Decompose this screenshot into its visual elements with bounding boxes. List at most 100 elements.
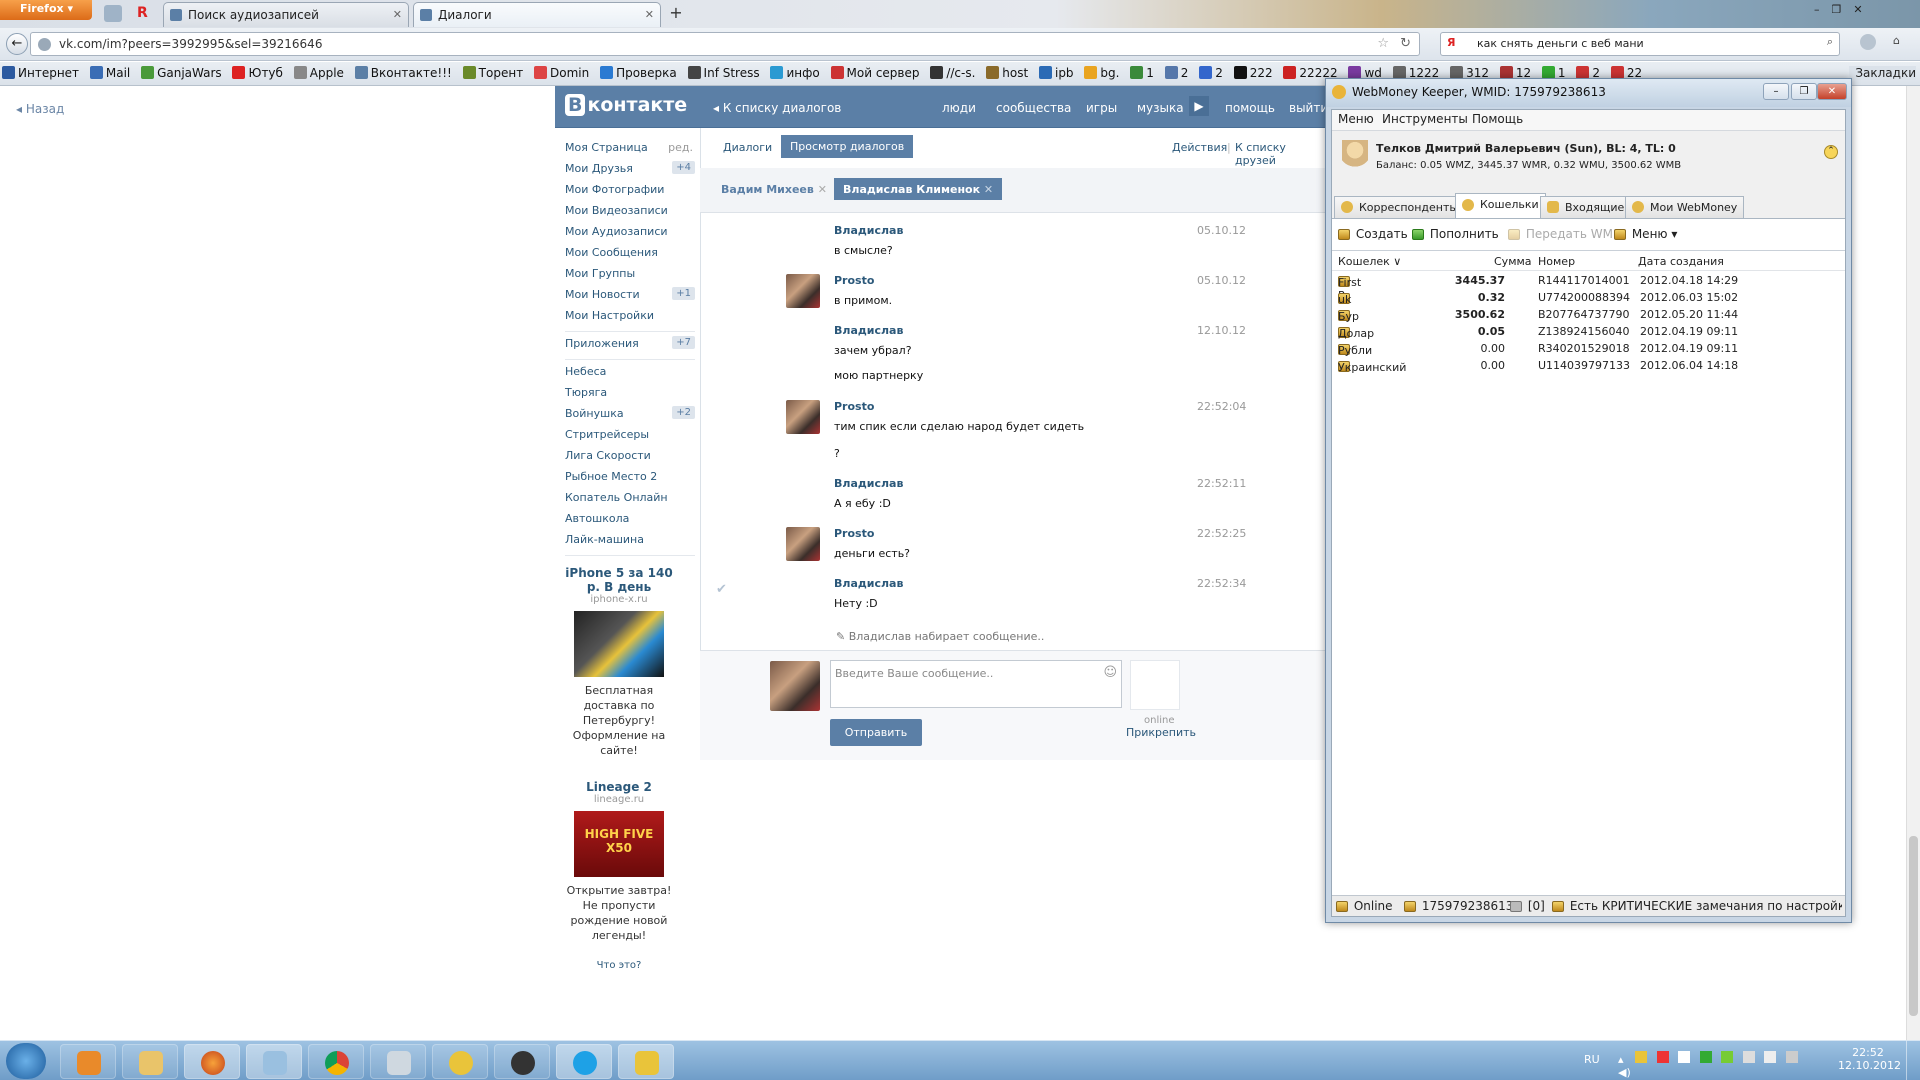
tab-audio-search[interactable]: Поиск аудиозаписей ✕ [163,2,409,27]
bookmark-star-icon[interactable]: ☆ [1377,36,1389,51]
message-author[interactable]: Владислав [834,224,903,237]
tray-vk-icon[interactable] [1678,1051,1691,1063]
message-author[interactable]: Владислав [834,477,903,490]
message-author[interactable]: Prosto [834,527,874,540]
menu-my-audio[interactable]: Мои Аудиозаписи [565,222,695,243]
bookmark-item[interactable]: Мой сервер [829,62,925,80]
edit-link[interactable]: ред. [668,141,693,154]
tab-wallets[interactable]: Кошельки [1455,193,1546,218]
ad-title[interactable]: iPhone 5 за 140 р. В день [558,566,680,594]
wallet-row[interactable]: uk 0.32 U774200088394 2012.06.03 15:02 [1332,289,1845,306]
taskbar-explorer[interactable] [122,1044,178,1079]
to-friends-link[interactable]: К списку друзей [1235,141,1325,167]
tray-flower-icon[interactable] [1721,1051,1734,1063]
col-wallet[interactable]: Кошелек ∨ [1338,255,1401,268]
bookmark-item[interactable]: Проверка [598,62,682,80]
my-avatar[interactable] [770,661,820,711]
back-link[interactable]: ◂ Назад [16,102,64,116]
bookmark-item[interactable]: 222 [1232,62,1278,80]
tab-inbox[interactable]: Входящие [1540,196,1632,218]
wm-titlebar[interactable]: WebMoney Keeper, WMID: 175979238613 – ❐ … [1326,79,1851,107]
maximize-icon[interactable]: ❐ [1791,83,1817,100]
ad-image[interactable] [574,611,664,677]
firefox-menu-button[interactable]: Firefox ▾ [0,0,92,20]
volume-icon[interactable]: ◀) [1618,1066,1631,1079]
companion-avatar[interactable] [1130,660,1180,710]
bookmark-item[interactable]: Вконтакте!!! [353,62,457,80]
taskbar-media-player[interactable] [60,1044,116,1079]
menu-my-photos[interactable]: Мои Фотографии [565,180,695,201]
wm-menu-help[interactable]: Помощь [1472,112,1523,126]
bookmark-item[interactable]: host [984,62,1033,80]
wallet-row[interactable]: Рубли 0.00 R340201529018 2012.04.19 09:11 [1332,340,1845,357]
nav-help[interactable]: помощь [1225,101,1275,115]
message-author[interactable]: Владислав [834,324,903,337]
avatar[interactable] [786,274,820,308]
participant-chip[interactable]: Вадим Михеев ✕ [712,178,836,200]
wm-menu-tools[interactable]: Инструменты [1382,112,1468,126]
app-item[interactable]: Тюряга [565,383,695,404]
bookmark-item[interactable]: //c-s. [928,62,980,80]
search-field[interactable]: Я как снять деньги с веб мани ⌕ [1440,32,1840,56]
menu-my-news[interactable]: Мои Новости +1 [565,285,695,306]
bookmark-item[interactable]: инфо [768,62,824,80]
bookmark-item[interactable]: Domin [532,62,594,80]
bookmark-item[interactable]: 2 [1163,62,1194,80]
ad-what-is-this[interactable]: Что это? [558,960,680,971]
create-button[interactable]: Создать [1338,227,1408,241]
app-tab-r-icon[interactable]: R [137,5,155,22]
transfer-wm-button[interactable]: Передать WM [1508,227,1613,241]
status-wmid[interactable]: 175979238613 [1404,899,1513,913]
message-author[interactable]: Prosto [834,274,874,287]
page-scrollbar[interactable] [1906,86,1920,1040]
scrollbar-thumb[interactable] [1909,836,1918,1016]
bookmark-item[interactable]: Inf Stress [686,62,765,80]
bookmark-item[interactable]: ipb [1037,62,1079,80]
taskbar-steam[interactable] [494,1044,550,1079]
bookmark-item[interactable]: Mail [88,62,135,80]
col-date[interactable]: Дата создания [1638,255,1724,268]
bookmark-item[interactable]: 2 [1197,62,1228,80]
ad-title[interactable]: Lineage 2 [558,780,680,794]
vk-logo[interactable]: Вконтакте [565,94,687,116]
status-online[interactable]: Online [1336,899,1393,913]
app-item[interactable]: Автошкола [565,509,695,530]
tab-view-dialogs[interactable]: Просмотр диалогов [781,135,914,158]
nav-logout[interactable]: выйти [1289,101,1328,115]
url-bar[interactable]: vk.com/im?peers=3992995&sel=39216646 ☆ ↻ [30,32,1420,56]
taskbar-itunes[interactable] [370,1044,426,1079]
app-item[interactable]: Рыбное Место 2 [565,467,695,488]
app-item[interactable]: Войнушка +2 [565,404,695,425]
menu-my-videos[interactable]: Мои Видеозаписи [565,201,695,222]
tray-arrow-icon[interactable]: ▴ [1618,1053,1624,1066]
smile-icon[interactable]: ☺ [1103,665,1117,680]
tab-close-icon[interactable]: ✕ [393,8,402,21]
to-dialogs-link[interactable]: ◂ К списку диалогов [713,101,841,115]
wallet-row[interactable]: Бур 3500.62 B207764737790 2012.05.20 11:44 [1332,306,1845,323]
menu-my-messages[interactable]: Мои Сообщения [565,243,695,264]
close-icon[interactable]: ✕ [1817,83,1847,100]
message-author[interactable]: Владислав [834,577,903,590]
message-author[interactable]: Prosto [834,400,874,413]
taskbar-skype[interactable] [556,1044,612,1079]
taskbar-paint[interactable] [246,1044,302,1079]
back-arrow-icon[interactable]: ← [6,33,28,55]
app-item[interactable]: Лига Скорости [565,446,695,467]
actions-link[interactable]: Действия [1172,141,1227,154]
tray-green-icon[interactable] [1699,1051,1712,1063]
ad-lineage[interactable]: Lineage 2 lineage.ru HIGH FIVE X50 Откры… [558,780,680,943]
wallet-menu-button[interactable]: Меню ▾ [1614,227,1677,241]
tray-network-icon[interactable] [1742,1051,1755,1063]
menu-my-groups[interactable]: Мои Группы [565,264,695,285]
send-button[interactable]: Отправить [830,719,922,746]
bookmarks-menu-button[interactable]: Закладки [1849,66,1916,80]
minimize-icon[interactable]: – [1763,83,1789,100]
bookmark-item[interactable]: Apple [292,62,349,80]
tab-close-icon[interactable]: ✕ [645,8,654,21]
home-icon[interactable]: ⌂ [1893,34,1911,50]
status-warning[interactable]: Есть КРИТИЧЕСКИЕ замечания по настройкам [1552,899,1842,913]
app-tab-icon[interactable] [104,5,122,22]
avatar[interactable] [786,400,820,434]
nav-games[interactable]: игры [1086,101,1117,115]
show-desktop-button[interactable] [1906,1041,1920,1080]
